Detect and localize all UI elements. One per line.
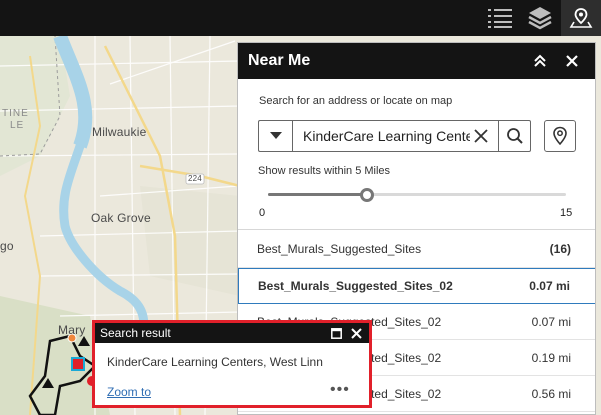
result-name: Best_Murals_Suggested_Sites_02 xyxy=(258,279,453,293)
search-radius-label: Show results within 5 Miles xyxy=(258,165,391,177)
map-label-milwaukie: Milwaukie xyxy=(92,125,147,139)
map-label-tine: TINE xyxy=(2,108,29,119)
popup-address: KinderCare Learning Centers, West Linn xyxy=(107,355,323,369)
layers-button[interactable] xyxy=(520,0,560,36)
popup-header: Search result xyxy=(95,323,369,343)
map-pin-icon xyxy=(553,126,567,146)
result-distance: 0.19 mi xyxy=(531,350,571,365)
collapse-button[interactable] xyxy=(527,48,553,74)
search-button[interactable] xyxy=(498,120,531,152)
map-label-le: LE xyxy=(10,120,25,131)
search-input[interactable] xyxy=(292,120,498,152)
clear-search-button[interactable] xyxy=(472,127,490,145)
close-panel-button[interactable] xyxy=(559,48,585,74)
close-icon xyxy=(350,327,362,339)
map-label-mary: Mary xyxy=(58,323,86,337)
clear-icon xyxy=(474,129,488,143)
search-hint: Search for an address or locate on map xyxy=(259,95,453,107)
slider-min-label: 0 xyxy=(259,207,266,219)
layer-count: (16) xyxy=(549,241,571,256)
search-result-popup: Search result KinderCare Learning Center… xyxy=(92,320,372,408)
more-actions-button[interactable]: ••• xyxy=(330,381,350,399)
map-label-oak-grove: Oak Grove xyxy=(91,211,151,225)
popup-maximize-button[interactable] xyxy=(328,325,344,341)
list-button[interactable] xyxy=(480,0,520,36)
close-icon xyxy=(566,55,578,67)
double-chevron-up-icon xyxy=(534,54,546,67)
maximize-icon xyxy=(330,327,342,339)
layer-group-row[interactable]: Best_Murals_Suggested_Sites (16) xyxy=(238,230,595,268)
near-me-button[interactable] xyxy=(561,0,601,36)
popup-title: Search result xyxy=(100,326,171,340)
near-me-icon xyxy=(569,8,593,28)
top-toolbar xyxy=(0,0,601,36)
caret-down-icon xyxy=(269,132,282,139)
popup-close-button[interactable] xyxy=(348,325,364,341)
search-icon xyxy=(506,128,523,144)
list-icon xyxy=(488,9,512,28)
map-label-go: go xyxy=(0,239,14,253)
slider-fill xyxy=(268,193,368,196)
locate-on-map-button[interactable] xyxy=(544,120,576,152)
layers-icon xyxy=(528,7,552,30)
panel-header: Near Me xyxy=(238,43,595,79)
result-row[interactable]: Best_Murals_Suggested_Sites_02 0.07 mi xyxy=(238,268,595,304)
search-source-dropdown[interactable] xyxy=(258,120,292,152)
slider-max-label: 15 xyxy=(560,207,573,219)
result-distance: 0.07 mi xyxy=(529,279,570,293)
panel-title: Near Me xyxy=(248,52,311,69)
layer-name: Best_Murals_Suggested_Sites xyxy=(257,241,422,256)
search-radius-slider[interactable] xyxy=(268,188,566,202)
result-distance: 0.56 mi xyxy=(531,386,571,401)
result-distance: 0.07 mi xyxy=(531,314,571,329)
slider-thumb[interactable] xyxy=(360,188,375,202)
map-label-route-224: 224 xyxy=(188,174,202,183)
zoom-to-link[interactable]: Zoom to xyxy=(107,385,151,399)
